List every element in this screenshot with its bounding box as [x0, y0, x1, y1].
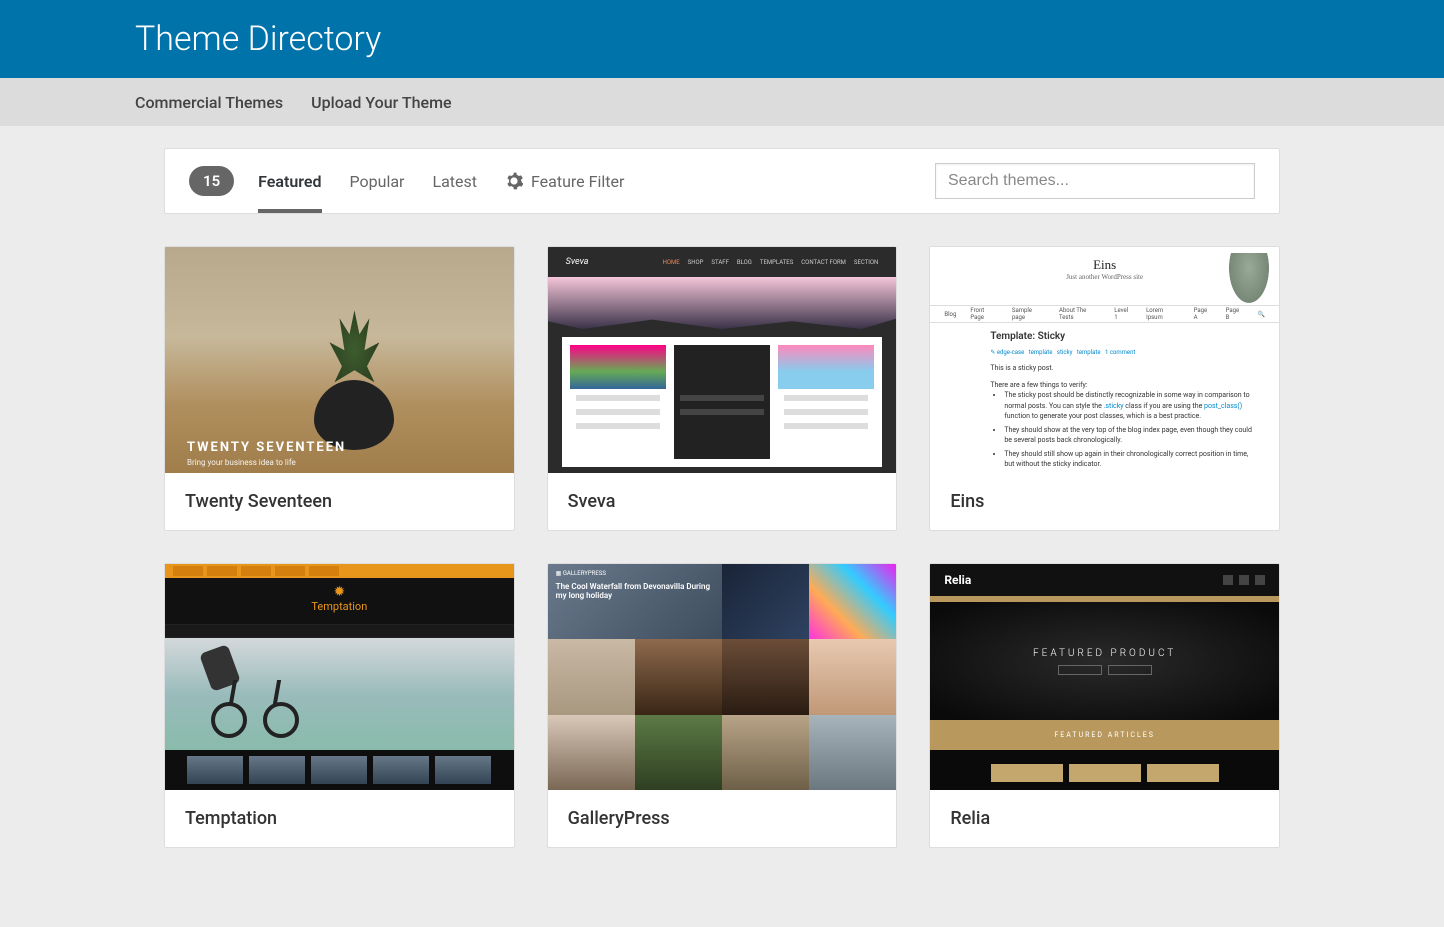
- filter-tabs: Featured Popular Latest Feature Filter: [258, 149, 624, 213]
- theme-thumbnail: EinsJust another WordPress site BlogFron…: [930, 247, 1279, 473]
- nav-commercial-themes[interactable]: Commercial Themes: [135, 93, 283, 112]
- tab-latest[interactable]: Latest: [432, 149, 477, 213]
- theme-thumbnail: ▦ GALLERYPRESSThe Cool Waterfall from De…: [548, 564, 897, 790]
- thumb-post-title: Template: Sticky: [990, 329, 1259, 344]
- nav-upload-theme[interactable]: Upload Your Theme: [311, 93, 451, 112]
- sub-nav: Commercial Themes Upload Your Theme: [0, 78, 1444, 126]
- thumb-articles-text: FEATURED ARTICLES: [930, 720, 1279, 750]
- theme-thumbnail: ✹Temptation: [165, 564, 514, 790]
- main-container: 15 Featured Popular Latest Feature Filte…: [164, 148, 1280, 888]
- theme-card-eins[interactable]: EinsJust another WordPress site BlogFron…: [929, 246, 1280, 531]
- theme-thumbnail: TWENTY SEVENTEEN Bring your business ide…: [165, 247, 514, 473]
- theme-thumbnail: SvevaHOMESHOPSTAFFBLOGTEMPLATESCONTACT F…: [548, 247, 897, 473]
- theme-card-relia[interactable]: Relia FEATURED PRODUCT FEATURED ARTICLES…: [929, 563, 1280, 848]
- theme-card-gallerypress[interactable]: ▦ GALLERYPRESSThe Cool Waterfall from De…: [547, 563, 898, 848]
- thumb-hero-line: The Cool Waterfall from Devonavilla Duri…: [556, 582, 722, 600]
- thumb-hero-text: FEATURED PRODUCT: [1033, 648, 1176, 659]
- thumb-brand: Temptation: [165, 600, 514, 613]
- theme-name: GalleryPress: [548, 790, 897, 847]
- thumb-brand: Relia: [944, 573, 971, 587]
- theme-card-temptation[interactable]: ✹Temptation Temptation: [164, 563, 515, 848]
- theme-name: Twenty Seventeen: [165, 473, 514, 530]
- theme-count-badge: 15: [189, 166, 234, 196]
- theme-name: Temptation: [165, 790, 514, 847]
- thumb-sub: Bring your business idea to life: [187, 458, 296, 467]
- tab-featured[interactable]: Featured: [258, 149, 321, 213]
- theme-grid: TWENTY SEVENTEEN Bring your business ide…: [164, 246, 1280, 888]
- theme-name: Relia: [930, 790, 1279, 847]
- thumb-tagline: Just another WordPress site: [930, 273, 1279, 281]
- search-input[interactable]: [935, 163, 1255, 199]
- feature-filter-button[interactable]: Feature Filter: [505, 172, 624, 191]
- thumb-title: Eins: [930, 257, 1279, 273]
- thumb-label: TWENTY SEVENTEEN: [187, 440, 346, 455]
- page-title: Theme Directory: [135, 19, 381, 59]
- theme-thumbnail: Relia FEATURED PRODUCT FEATURED ARTICLES: [930, 564, 1279, 790]
- search-wrap: [935, 163, 1255, 199]
- thumb-brand: Sveva: [566, 257, 589, 267]
- theme-card-sveva[interactable]: SvevaHOMESHOPSTAFFBLOGTEMPLATESCONTACT F…: [547, 246, 898, 531]
- tab-popular[interactable]: Popular: [350, 149, 405, 213]
- theme-card-twenty-seventeen[interactable]: TWENTY SEVENTEEN Bring your business ide…: [164, 246, 515, 531]
- theme-name: Eins: [930, 473, 1279, 530]
- theme-name: Sveva: [548, 473, 897, 530]
- thumb-brand: GALLERYPRESS: [563, 570, 606, 577]
- filter-bar: 15 Featured Popular Latest Feature Filte…: [164, 148, 1280, 214]
- header: Theme Directory: [0, 0, 1444, 78]
- gear-icon: [505, 172, 523, 190]
- feature-filter-label: Feature Filter: [531, 172, 624, 191]
